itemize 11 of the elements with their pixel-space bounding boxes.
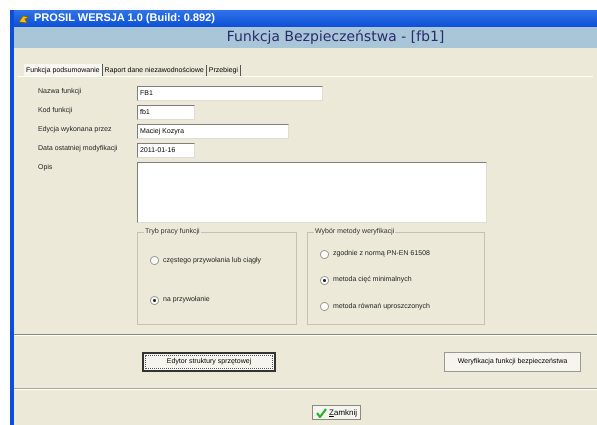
checkmark-icon [316, 408, 327, 418]
radio-button[interactable] [150, 296, 159, 305]
radio-button[interactable] [150, 256, 159, 266]
app-icon [18, 14, 30, 24]
close-button[interactable]: Zamknij [312, 405, 361, 420]
header-title: Funkcja Bezpieczeństwa - [fb1] [226, 28, 444, 47]
description-field[interactable] [137, 162, 487, 223]
radio-button[interactable] [320, 302, 329, 312]
radio-button[interactable] [320, 250, 329, 259]
radio-button[interactable] [320, 276, 329, 285]
window-title: PROSIL WERSJA 1.0 (Build: 0.892) [34, 11, 215, 26]
